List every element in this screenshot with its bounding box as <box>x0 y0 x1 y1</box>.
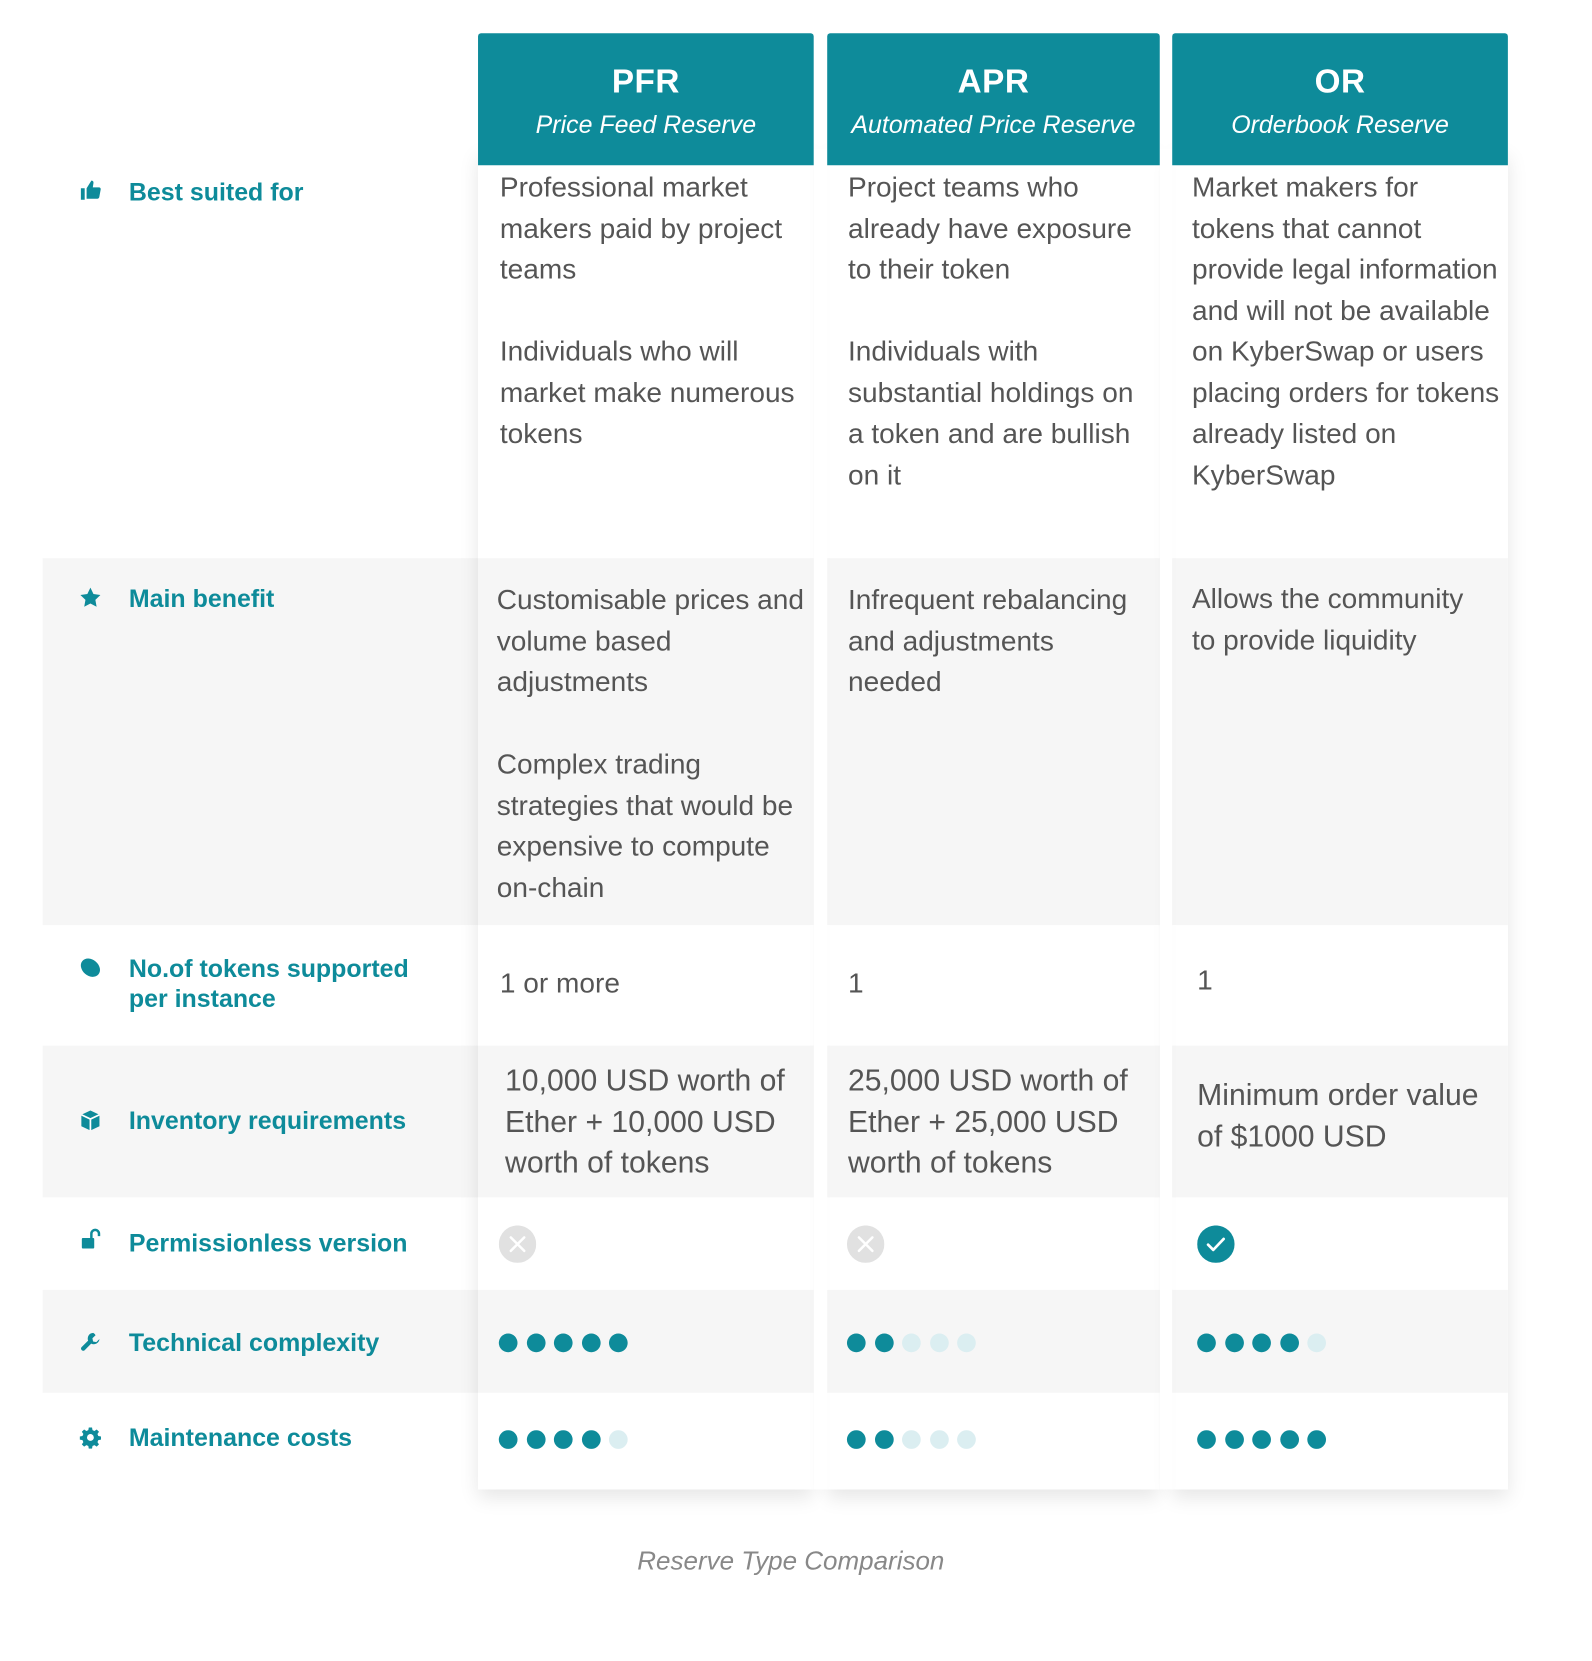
rating-dots <box>498 1333 637 1353</box>
thumbs-up-icon <box>79 179 102 202</box>
row-label-maintenance-costs: Maintenance costs <box>128 1423 353 1453</box>
row-label-line: No.of tokens supported <box>128 955 409 984</box>
rating-dot-empty <box>902 1333 921 1353</box>
cell-main-benefit-pfr: Customisable prices and volume based adj… <box>497 580 809 908</box>
column-code: APR <box>957 62 1030 100</box>
rating-dots <box>1197 1333 1335 1353</box>
cell-text: Project teams who already have exposure … <box>847 171 1132 285</box>
cell-best-suited-apr: Project teams who already have exposure … <box>848 167 1151 495</box>
cell-text: Individuals with substantial holdings on… <box>847 335 1134 491</box>
rating-dot-empty <box>608 1430 628 1449</box>
column-name: Automated Price Reserve <box>851 111 1136 140</box>
rating-dots <box>846 1430 985 1449</box>
column-header-pfr: PFR Price Feed Reserve <box>478 33 814 166</box>
column-code: PFR <box>611 62 680 100</box>
rating-dot-filled <box>498 1430 518 1449</box>
cell-best-suited-or: Market makers for tokens that cannot pro… <box>1192 167 1506 495</box>
cell-inventory-pfr: 10,000 USD worth of Ether + 10,000 USD w… <box>505 1064 785 1180</box>
rating-dots <box>1197 1430 1335 1449</box>
row-label-tokens-supported: No.of tokens supported per instance <box>129 954 409 1014</box>
cell-main-benefit-or: Allows the community to provide liquidit… <box>1192 579 1493 661</box>
rating-dot-filled <box>581 1430 601 1449</box>
rating-dot-empty <box>957 1430 976 1449</box>
cell-best-suited-pfr: Professional market makers paid by proje… <box>500 167 807 454</box>
rating-dot-filled <box>846 1333 866 1353</box>
gear-icon <box>79 1426 102 1449</box>
rating-dot-empty <box>929 1430 949 1449</box>
column-code: OR <box>1314 62 1366 100</box>
rating-dot-filled <box>608 1333 628 1353</box>
column-header-or: OR Orderbook Reserve <box>1172 33 1508 166</box>
row-label-inventory: Inventory requirements <box>128 1106 407 1136</box>
cell-text: Infrequent rebalancing and adjustments n… <box>847 584 1128 698</box>
column-name: Orderbook Reserve <box>1231 111 1449 140</box>
rating-dot-filled <box>1197 1430 1216 1449</box>
cell-inventory-apr: 25,000 USD worth of Ether + 25,000 USD w… <box>847 1064 1128 1180</box>
rating-dot-filled <box>526 1333 546 1353</box>
rating-dot-filled <box>874 1430 894 1449</box>
unlock-icon <box>79 1228 102 1251</box>
rating-dot-filled <box>1252 1430 1271 1449</box>
column-gap <box>813 148 828 1490</box>
box-icon <box>79 1109 102 1132</box>
column-header-apr: APR Automated Price Reserve <box>827 33 1160 166</box>
cell-text: Individuals who will market make numerou… <box>499 335 795 450</box>
column-name: Price Feed Reserve <box>535 111 757 140</box>
cell-tokens-or: 1 <box>1197 964 1213 996</box>
rating-dot-filled <box>846 1430 866 1449</box>
cell-tokens-apr: 1 <box>847 967 864 999</box>
rating-dot-empty <box>957 1333 976 1353</box>
check-circle-icon <box>1197 1225 1235 1263</box>
x-circle-icon <box>846 1225 885 1263</box>
rating-dot-filled <box>1224 1333 1244 1353</box>
rating-dot-filled <box>1224 1430 1244 1449</box>
tag-icon <box>79 956 102 979</box>
rating-dots <box>846 1333 985 1353</box>
row-label-technical-complexity: Technical complexity <box>128 1329 380 1358</box>
rating-dot-filled <box>553 1333 573 1353</box>
table-caption: Reserve Type Comparison <box>637 1546 945 1576</box>
rating-dots <box>498 1430 637 1449</box>
column-gap <box>1159 148 1173 1490</box>
rating-dot-filled <box>553 1430 573 1449</box>
cell-main-benefit-apr: Infrequent rebalancing and adjustments n… <box>848 580 1151 703</box>
comparison-table: PFR Price Feed Reserve APR Automated Pri… <box>0 0 1592 1661</box>
cell-inventory-or: Minimum order value of $1000 USD <box>1197 1078 1479 1154</box>
rating-dot-filled <box>1279 1430 1299 1449</box>
row-label-main-benefit: Main benefit <box>128 585 275 614</box>
rating-dot-empty <box>929 1333 949 1353</box>
rating-dot-filled <box>1197 1333 1216 1353</box>
rating-dot-filled <box>498 1333 518 1353</box>
cell-text: Allows the community to provide liquidit… <box>1191 583 1464 656</box>
wrench-icon <box>79 1330 102 1353</box>
cell-text: Professional market makers paid by proje… <box>499 171 783 285</box>
cell-text: Customisable prices and volume based adj… <box>496 584 804 698</box>
rating-dot-filled <box>581 1333 601 1353</box>
cell-text: Complex trading strategies that would be… <box>496 748 794 903</box>
rating-dot-filled <box>1252 1333 1271 1353</box>
star-icon <box>79 586 102 609</box>
rating-dot-filled <box>1279 1333 1299 1353</box>
row-label-best-suited: Best suited for <box>128 178 304 207</box>
rating-dot-empty <box>1307 1333 1327 1353</box>
row-label-line: per instance <box>128 985 276 1014</box>
x-circle-icon <box>498 1225 537 1263</box>
rating-dot-filled <box>874 1333 894 1353</box>
cell-tokens-pfr: 1 or more <box>499 967 620 999</box>
rating-dot-filled <box>526 1430 546 1449</box>
row-label-permissionless: Permissionless version <box>128 1229 408 1258</box>
rating-dot-filled <box>1307 1430 1327 1449</box>
cell-text: Market makers for tokens that cannot pro… <box>1191 171 1500 491</box>
rating-dot-empty <box>902 1430 921 1449</box>
